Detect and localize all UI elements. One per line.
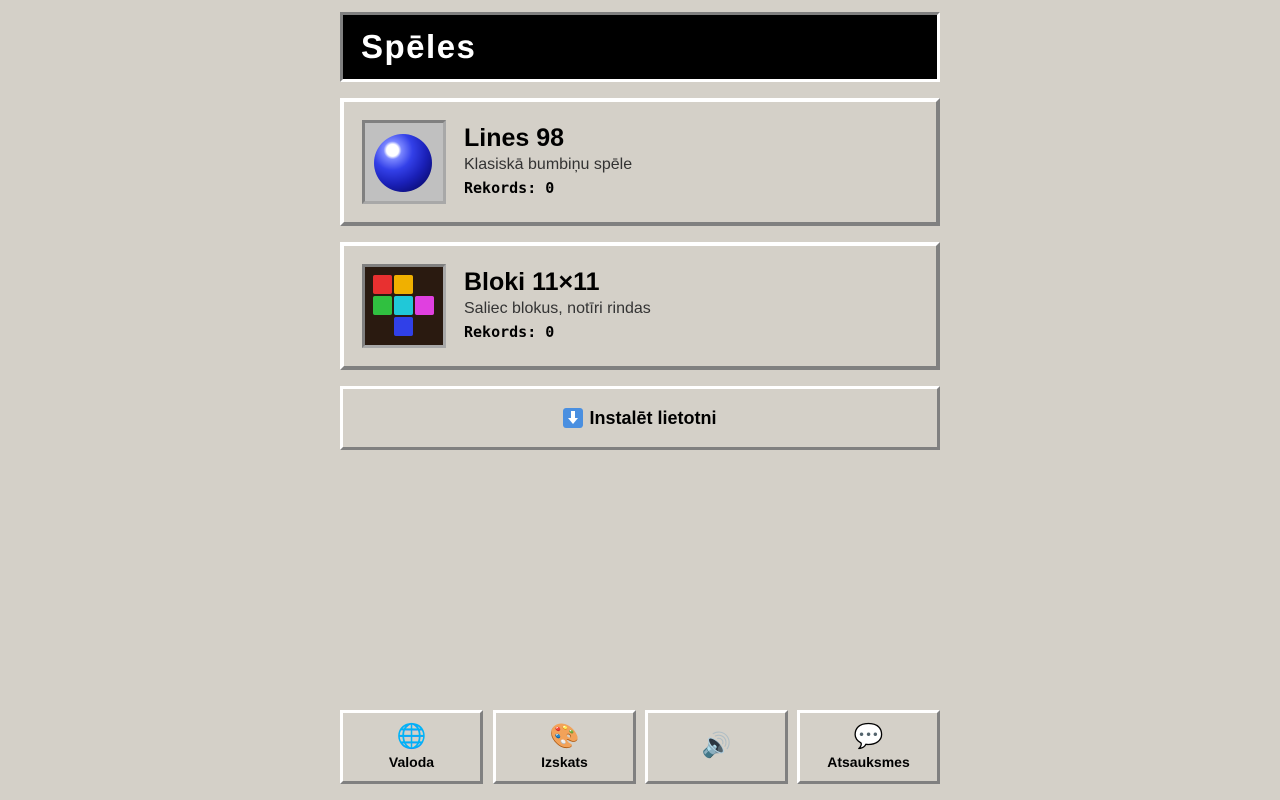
blue-ball-icon bbox=[374, 134, 432, 192]
game-info: Lines 98 Klasiskā bumbiņu spēle Rekords:… bbox=[464, 122, 632, 199]
block-red bbox=[373, 275, 392, 294]
install-app-label: Instalēt lietotni bbox=[589, 407, 717, 428]
game-title: Lines 98 bbox=[464, 124, 565, 152]
app-container: Spēles Lines 98 Klasiskā bumbiņu spēle R… bbox=[340, 12, 940, 784]
game-record: Rekords: 0 bbox=[464, 179, 555, 197]
feedback-label: Atsauksmes bbox=[827, 754, 910, 770]
game-info: Bloki 11×11 Saliec blokus, notīri rindas… bbox=[464, 266, 651, 343]
block-magenta bbox=[415, 296, 434, 315]
feedback-button[interactable]: 💬 Atsauksmes bbox=[797, 710, 940, 784]
download-arrow-icon bbox=[563, 408, 584, 428]
block-yellow bbox=[394, 275, 413, 294]
block-green bbox=[373, 296, 392, 315]
header-bar: Spēles bbox=[340, 12, 940, 82]
game-card-lines98[interactable]: Lines 98 Klasiskā bumbiņu spēle Rekords:… bbox=[340, 98, 940, 226]
speech-bubble-icon: 💬 bbox=[853, 722, 884, 750]
game-description: Saliec blokus, notīri rindas bbox=[464, 300, 651, 317]
block-blue bbox=[394, 317, 413, 336]
page-title: Spēles bbox=[361, 28, 477, 65]
palette-icon: 🎨 bbox=[549, 722, 580, 750]
theme-label: Izskats bbox=[541, 754, 588, 770]
game-record: Rekords: 0 bbox=[464, 323, 555, 341]
game-thumbnail-bloki bbox=[362, 264, 446, 348]
language-button[interactable]: 🌐 Valoda bbox=[340, 710, 483, 784]
block-cyan bbox=[394, 296, 413, 315]
game-description: Klasiskā bumbiņu spēle bbox=[464, 156, 633, 173]
language-label: Valoda bbox=[388, 754, 435, 770]
theme-button[interactable]: 🎨 Izskats bbox=[493, 710, 636, 784]
game-card-bloki[interactable]: Bloki 11×11 Saliec blokus, notīri rindas… bbox=[340, 242, 940, 370]
sound-toggle-button[interactable]: 🔊 bbox=[645, 710, 788, 784]
speaker-icon: 🔊 bbox=[701, 731, 732, 759]
globe-icon: 🌐 bbox=[396, 722, 427, 750]
game-thumbnail-lines98 bbox=[362, 120, 446, 204]
install-app-button[interactable]: Instalēt lietotni bbox=[340, 386, 940, 450]
bottom-toolbar: 🌐 Valoda 🎨 Izskats 🔊 💬 Atsauksmes bbox=[340, 710, 940, 784]
game-title: Bloki 11×11 bbox=[464, 268, 600, 296]
